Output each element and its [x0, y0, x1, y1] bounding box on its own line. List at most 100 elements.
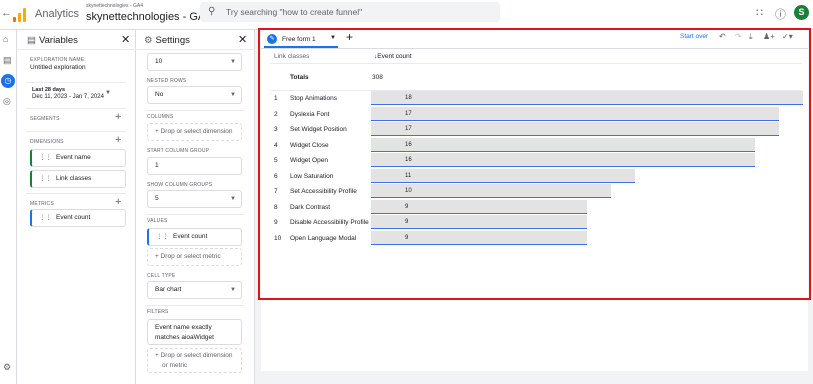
table-row[interactable]: 3 Set Widget Position 17: [261, 122, 808, 137]
columns-drop-zone[interactable]: + Drop or select dimension: [147, 123, 242, 141]
search-placeholder: Try searching "how to create funnel": [226, 7, 363, 17]
row-label: Set Accessibility Profile: [290, 188, 357, 195]
app-name: Analytics: [35, 8, 80, 20]
advertising-icon[interactable]: ◎: [3, 96, 11, 107]
row-number: 8: [274, 203, 278, 211]
check-icon[interactable]: ✓▾: [782, 32, 793, 41]
add-dimension-icon[interactable]: +: [115, 134, 121, 146]
divider: [26, 131, 126, 132]
show-column-groups-label: SHOW COLUMN GROUPS: [147, 182, 213, 188]
drag-handle-icon[interactable]: ⋮⋮: [39, 214, 52, 221]
table-row[interactable]: 10 Open Language Modal 9: [261, 230, 808, 246]
dimension-label: Event name: [56, 154, 91, 161]
row-number: 5: [274, 157, 278, 164]
chevron-down-icon[interactable]: ▼: [330, 35, 336, 41]
row-label: Set Widget Position: [290, 126, 347, 133]
start-column-group-input[interactable]: 1: [147, 157, 242, 175]
nested-rows-label: NESTED ROWS: [147, 78, 187, 84]
cell-type-select[interactable]: Bar chart ▼: [147, 281, 242, 299]
row-value: 9: [405, 234, 409, 241]
divider: [136, 49, 255, 50]
dimension-chip-event-name[interactable]: ⋮⋮ Event name: [30, 149, 126, 167]
filter-line-2: matches aioaWidget: [155, 334, 214, 341]
row-value: 10: [405, 188, 412, 194]
drag-handle-icon[interactable]: ⋮⋮: [156, 233, 169, 240]
value-label: Event count: [173, 233, 208, 240]
nested-rows-select[interactable]: No ▼: [147, 86, 242, 104]
bar: [371, 106, 779, 121]
add-metric-icon[interactable]: +: [115, 196, 121, 208]
drag-handle-icon[interactable]: ⋮⋮: [39, 175, 52, 182]
date-preset[interactable]: Last 28 days: [32, 87, 65, 93]
filter-chip[interactable]: Event name exactly matches aioaWidget: [147, 319, 242, 345]
tab-free-form-1[interactable]: ✎ Free form 1 ▼: [264, 32, 338, 48]
table-row[interactable]: 2 Dyslexia Font 17: [261, 106, 808, 122]
chevron-down-icon: ▼: [230, 196, 236, 202]
column-header-metric[interactable]: ↓Event count: [374, 53, 412, 60]
analytics-logo-icon: [13, 8, 27, 22]
rows-select[interactable]: 10 ▼: [147, 53, 242, 71]
show-column-groups-select[interactable]: 5 ▼: [147, 190, 242, 208]
account-label: skynettechnologies - GA4: [86, 3, 143, 9]
table-row[interactable]: 1 Stop Animations 18: [261, 91, 808, 106]
drag-handle-icon[interactable]: ⋮⋮: [39, 154, 52, 161]
filter-line-1: Event name exactly: [155, 324, 212, 331]
undo-icon[interactable]: ↶: [719, 32, 726, 41]
date-range[interactable]: Dec 11, 2023 - Jan 7, 2024: [32, 94, 104, 100]
table-row[interactable]: 7 Set Accessibility Profile 10: [261, 184, 808, 199]
avatar[interactable]: S: [794, 5, 809, 20]
pencil-icon: ✎: [267, 34, 277, 44]
metric-chip-event-count[interactable]: ⋮⋮ Event count: [30, 209, 126, 227]
divider: [270, 63, 802, 64]
row-value: 17: [405, 110, 412, 117]
table-row[interactable]: 5 Widget Open 16: [261, 153, 808, 168]
home-icon[interactable]: ⌂: [3, 34, 8, 44]
date-caret-icon[interactable]: ▼: [105, 90, 111, 96]
help-icon[interactable]: ⓘ: [775, 6, 786, 22]
add-segment-icon[interactable]: +: [115, 111, 121, 123]
back-arrow-icon[interactable]: ←: [1, 7, 12, 19]
row-label: Widget Close: [290, 141, 329, 149]
start-over-button[interactable]: Start over: [680, 33, 708, 40]
download-icon[interactable]: ⤓: [749, 32, 753, 42]
variables-panel: ▤ Variables ✕ EXPLORATION NAME: Untitled …: [17, 30, 136, 384]
values-drop-zone[interactable]: + Drop or select metric: [147, 248, 242, 266]
apps-grid-icon[interactable]: ∷: [756, 6, 763, 19]
admin-gear-icon[interactable]: ⚙: [3, 362, 11, 373]
table-row[interactable]: 9 Disable Accessibility Profile 9: [261, 215, 808, 230]
reports-icon[interactable]: ▤: [3, 55, 12, 66]
search-box[interactable]: ⚲ Try searching "how to create funnel": [200, 2, 500, 22]
divider: [26, 82, 126, 83]
bar: [371, 199, 587, 214]
variables-icon: ▤: [27, 35, 36, 46]
table-row[interactable]: 4 Widget Close 16: [261, 137, 808, 153]
explore-icon[interactable]: ◷: [1, 74, 15, 88]
table-row[interactable]: 8 Dark Contrast 9: [261, 199, 808, 215]
redo-icon[interactable]: ↷: [735, 32, 742, 41]
row-number: 6: [274, 172, 278, 180]
close-variables-icon[interactable]: ✕: [121, 33, 130, 46]
row-label: Dyslexia Font: [290, 110, 330, 118]
row-value: 9: [405, 203, 409, 210]
chevron-down-icon: ▼: [230, 287, 236, 293]
filters-drop-zone[interactable]: + Drop or select dimension or metric: [147, 348, 242, 373]
segments-label: SEGMENTS: [30, 116, 60, 122]
bar: [371, 153, 755, 167]
totals-label: Totals: [290, 74, 309, 81]
divider: [145, 214, 245, 215]
table-row[interactable]: 6 Low Saturation 11: [261, 168, 808, 184]
dimensions-label: DIMENSIONS: [30, 139, 64, 145]
chevron-down-icon: ▼: [230, 59, 236, 65]
add-tab-icon[interactable]: +: [346, 30, 353, 44]
column-header-dimension[interactable]: Link classes: [274, 53, 309, 60]
filter-drop-line-1: Drop or select dimension: [160, 352, 233, 359]
chevron-down-icon: ▼: [230, 92, 236, 98]
value-chip-event-count[interactable]: ⋮⋮ Event count: [147, 228, 242, 246]
exploration-name[interactable]: Untitled exploration: [30, 64, 86, 71]
row-label: Low Saturation: [290, 172, 334, 180]
dimension-chip-link-classes[interactable]: ⋮⋮ Link classes: [30, 170, 126, 188]
property-selector[interactable]: skynettechnologies - GA4: [86, 11, 211, 23]
close-settings-icon[interactable]: ✕: [238, 33, 247, 46]
share-user-icon[interactable]: ♟+: [763, 32, 775, 41]
columns-drop-label: Drop or select dimension: [160, 128, 233, 135]
